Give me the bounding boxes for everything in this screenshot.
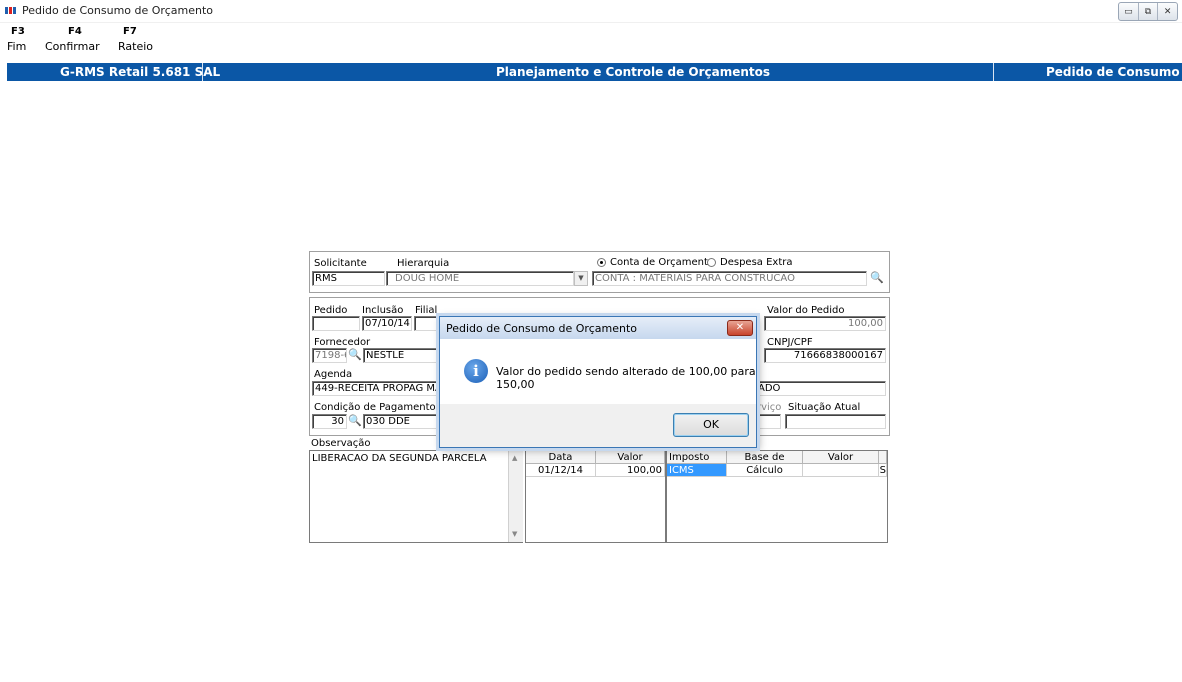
close-window-icon[interactable]: ✕ — [1158, 3, 1177, 20]
table-row[interactable]: 01/12/14 — [526, 464, 596, 477]
conta-search-binoculars-icon[interactable]: 🔍 — [870, 271, 884, 284]
pedido-field[interactable] — [312, 316, 360, 331]
toolbar-rateio-button[interactable]: Rateio — [118, 40, 153, 53]
dialog-title: Pedido de Consumo de Orçamento — [446, 322, 638, 335]
agenda-label: Agenda — [314, 369, 353, 380]
valor-pedido-field[interactable]: 100,00 — [764, 316, 886, 331]
cnpj-field[interactable]: 71666838000167 — [764, 348, 886, 363]
observacao-scrollbar[interactable]: ▲ ▼ — [508, 451, 523, 542]
solicitante-field[interactable]: RMS — [312, 271, 385, 286]
table-row[interactable]: 100,00 — [596, 464, 665, 477]
banner-version: G-RMS Retail 5.681 SAL — [60, 65, 221, 79]
app-banner: G-RMS Retail 5.681 SAL Planejamento e Co… — [7, 63, 1182, 81]
table-row[interactable] — [803, 464, 879, 477]
impostos-header-imposto: Imposto — [667, 451, 727, 464]
parcelas-header-valor: Valor — [596, 451, 665, 464]
servico-field[interactable] — [755, 414, 781, 429]
message-dialog: Pedido de Consumo de Orçamento ✕ i Valor… — [439, 316, 757, 448]
condicao-field[interactable]: 030 DDE — [363, 414, 439, 429]
window-controls: ▭ ⧉ ✕ — [1118, 2, 1178, 21]
banner-separator — [202, 63, 203, 81]
hierarquia-field[interactable]: DOUG HOME — [386, 271, 574, 286]
dialog-body: i Valor do pedido sendo alterado de 100,… — [440, 339, 756, 404]
fornecedor-name-field[interactable]: NESTLE — [363, 348, 439, 363]
toolbar-confirmar-button[interactable]: Confirmar — [45, 40, 100, 53]
condicao-search-binoculars-icon[interactable]: 🔍 — [348, 414, 362, 427]
valor-pedido-label: Valor do Pedido — [767, 305, 845, 316]
app-logo-icon — [5, 7, 16, 14]
hierarquia-dropdown-chevron-down-icon[interactable]: ▼ — [574, 271, 588, 286]
radio-despesa-extra-label: Despesa Extra — [720, 257, 793, 268]
banner-module-title: Planejamento e Controle de Orçamentos — [496, 65, 771, 79]
restore-icon[interactable]: ⧉ — [1139, 3, 1159, 20]
radio-conta-orcamento[interactable] — [597, 258, 606, 267]
cnpj-label: CNPJ/CPF — [767, 337, 813, 348]
impostos-header-valor: Valor — [803, 451, 879, 464]
agenda-status-field[interactable]: ADO — [755, 381, 886, 396]
solicitante-label: Solicitante — [314, 258, 367, 269]
ok-button[interactable]: OK — [673, 413, 749, 437]
condicao-code-field[interactable]: 30 — [312, 414, 347, 429]
dialog-close-icon[interactable]: ✕ — [727, 320, 753, 336]
hierarquia-label: Hierarquia — [397, 258, 450, 269]
impostos-header-base: Base de Cálculo — [727, 451, 803, 476]
impostos-header-extra — [879, 451, 887, 464]
info-icon: i — [464, 359, 488, 383]
fornecedor-label: Fornecedor — [314, 337, 371, 348]
observacao-label: Observação — [311, 438, 371, 449]
scroll-down-icon[interactable]: ▼ — [512, 530, 517, 538]
fornecedor-search-binoculars-icon[interactable]: 🔍 — [348, 348, 362, 361]
banner-separator — [993, 63, 994, 81]
radio-conta-orcamento-label: Conta de Orçamento — [610, 257, 715, 268]
situacao-atual-label: Situação Atual — [788, 402, 861, 413]
banner-screen-title: Pedido de Consumo — [1046, 65, 1180, 79]
filial-label: Filial — [415, 305, 438, 316]
dialog-message: Valor do pedido sendo alterado de 100,00… — [496, 365, 756, 391]
observacao-textarea[interactable]: LIBERACAO DA SEGUNDA PARCELA ▲ ▼ — [309, 450, 523, 543]
radio-despesa-extra[interactable] — [707, 258, 716, 267]
parcelas-header-data: Data — [526, 451, 596, 464]
agenda-field[interactable]: 449-RECEITA PROPAG MARKI — [312, 381, 439, 396]
window-title: Pedido de Consumo de Orçamento — [22, 4, 214, 17]
servico-label: rviço — [757, 402, 782, 413]
pedido-label: Pedido — [314, 305, 348, 316]
conta-field[interactable]: CONTA : MATERIAIS PARA CONSTRUCAO — [592, 271, 867, 286]
fornecedor-code-field[interactable]: 7198-6 — [312, 348, 347, 363]
toolbar-key-f3[interactable]: F3 — [11, 26, 25, 37]
toolbar-key-f4[interactable]: F4 — [68, 26, 82, 37]
toolbar-key-f7[interactable]: F7 — [123, 26, 137, 37]
table-row[interactable] — [727, 464, 803, 477]
scroll-up-icon[interactable]: ▲ — [512, 454, 517, 462]
window-titlebar: Pedido de Consumo de Orçamento ▭ ⧉ ✕ — [0, 0, 1182, 23]
toolbar-fim-button[interactable]: Fim — [7, 40, 26, 53]
condicao-pagamento-label: Condição de Pagamento — [314, 402, 436, 413]
table-row-selected[interactable]: ICMS — [667, 464, 727, 477]
table-row[interactable]: S — [879, 464, 887, 477]
inclusao-field[interactable]: 07/10/14 — [362, 316, 412, 331]
filial-field[interactable] — [414, 316, 438, 331]
minimize-icon[interactable]: ▭ — [1119, 3, 1139, 20]
inclusao-label: Inclusão — [362, 305, 404, 316]
observacao-text: LIBERACAO DA SEGUNDA PARCELA — [312, 453, 487, 464]
dialog-titlebar: Pedido de Consumo de Orçamento ✕ — [440, 317, 756, 339]
impostos-grid: Imposto Base de Cálculo Valor ICMS S — [666, 450, 888, 543]
parcelas-grid: Data Valor 01/12/14 100,00 — [525, 450, 666, 543]
situacao-atual-field[interactable] — [785, 414, 886, 429]
